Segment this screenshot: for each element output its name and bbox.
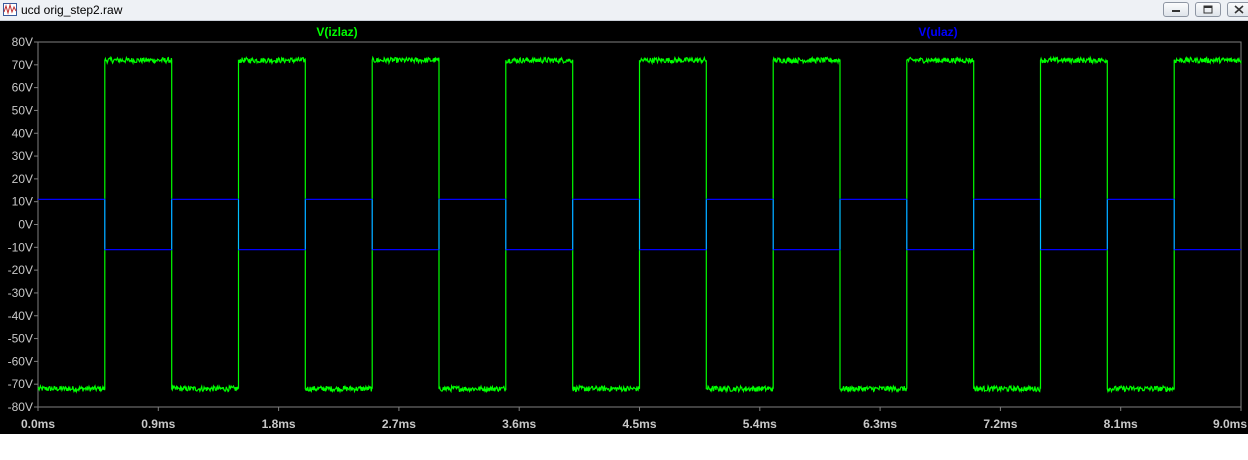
y-tick-label: 60V xyxy=(12,81,33,95)
y-tick-label: 10V xyxy=(12,195,33,209)
waveform-chart[interactable]: V(izlaz) V(ulaz) 80V 70V 60V 50V 40V 30V 20V 10V… xyxy=(0,21,1248,434)
y-tick-label: -40V xyxy=(8,309,33,323)
restore-icon xyxy=(1203,5,1213,14)
y-tick-label: 50V xyxy=(12,103,33,117)
traces xyxy=(37,55,1242,394)
x-tick-label: 5.4ms xyxy=(743,417,777,431)
y-tick-label: 70V xyxy=(12,58,33,72)
y-tick-label: 0V xyxy=(18,218,33,232)
y-tick-label: 30V xyxy=(12,149,33,163)
x-tick-label: 0.9ms xyxy=(141,417,175,431)
x-tick-label: 9.0ms xyxy=(1213,417,1247,431)
x-tick-label: 3.6ms xyxy=(502,417,536,431)
window-titlebar[interactable]: ucd orig_step2.raw xyxy=(0,0,1248,21)
y-tick-label: -20V xyxy=(8,263,33,277)
y-tick-label: 40V xyxy=(12,126,33,140)
plot-pane[interactable]: V(izlaz) V(ulaz) 80V 70V 60V 50V 40V 30V 20V 10V… xyxy=(0,21,1248,434)
y-tick-label: -30V xyxy=(8,286,33,300)
y-tick-label: -80V xyxy=(8,400,33,414)
legend: V(izlaz) V(ulaz) xyxy=(316,25,957,39)
x-tick-label: 4.5ms xyxy=(622,417,656,431)
axes: 80V 70V 60V 50V 40V 30V 20V 10V 0V -10V -20V -30V -4… xyxy=(8,35,1248,431)
minimize-button[interactable] xyxy=(1163,2,1189,17)
x-tick-label: 0.0ms xyxy=(21,417,55,431)
legend-label-ulaz[interactable]: V(ulaz) xyxy=(918,25,957,39)
x-tick-label: 7.2ms xyxy=(983,417,1017,431)
x-tick-label: 6.3ms xyxy=(863,417,897,431)
waveform-app-icon xyxy=(3,3,17,16)
window-title: ucd orig_step2.raw xyxy=(21,3,123,17)
close-button[interactable] xyxy=(1227,2,1248,17)
y-tick-label: -60V xyxy=(8,354,33,368)
restore-button[interactable] xyxy=(1195,2,1221,17)
x-tick-label: 8.1ms xyxy=(1104,417,1138,431)
close-icon xyxy=(1234,5,1244,14)
x-tick-label: 2.7ms xyxy=(382,417,416,431)
legend-label-izlaz[interactable]: V(izlaz) xyxy=(316,25,357,39)
y-tick-label: 20V xyxy=(12,172,33,186)
x-tick-label: 1.8ms xyxy=(262,417,296,431)
y-tick-label: -10V xyxy=(8,240,33,254)
status-area xyxy=(0,434,1248,460)
y-tick-label: -50V xyxy=(8,332,33,346)
y-tick-label: -70V xyxy=(8,377,33,391)
minimize-icon xyxy=(1172,10,1180,12)
y-tick-label: 80V xyxy=(12,35,33,49)
